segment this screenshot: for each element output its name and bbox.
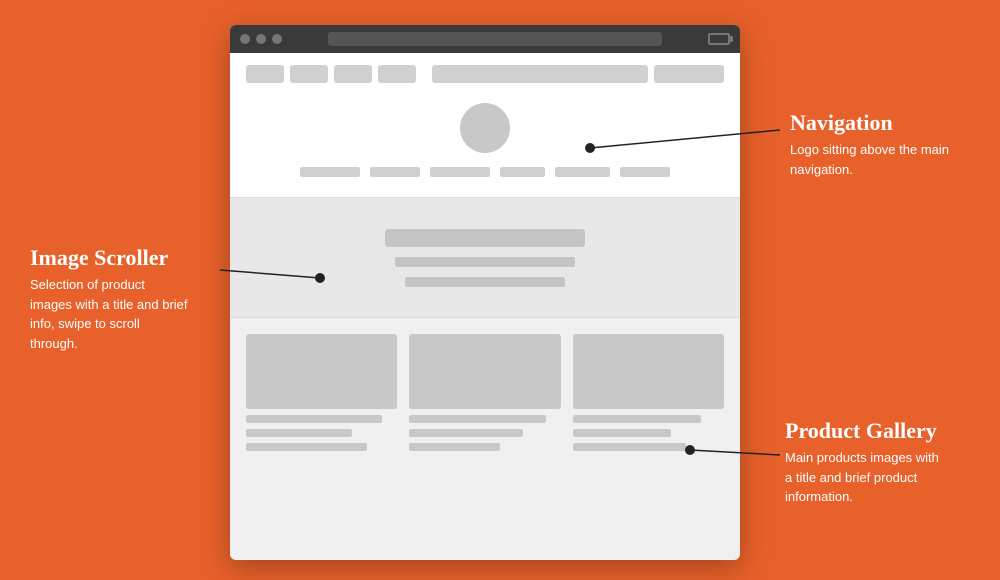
navigation-title: Navigation	[790, 110, 950, 136]
gallery-title: Product Gallery	[785, 418, 945, 444]
scroller-desc: Selection of product images with a title…	[30, 275, 190, 353]
browser-btn-3	[272, 34, 282, 44]
gallery-text-1b	[246, 429, 352, 437]
navigation-desc: Logo sitting above the main navigation.	[790, 140, 950, 179]
browser-btn-1	[240, 34, 250, 44]
gallery-text-2b	[409, 429, 522, 437]
gallery-text-3a	[573, 415, 702, 423]
gallery-image-3	[573, 334, 724, 409]
nav-logo-area	[246, 93, 724, 185]
nav-top-bar	[246, 65, 724, 83]
gallery-text-3c	[573, 443, 686, 451]
scroller-title-bar	[385, 229, 585, 247]
scroller-annotation: Image Scroller Selection of product imag…	[30, 245, 190, 353]
nav-menu-item-1	[300, 167, 360, 177]
gallery-image-1	[246, 334, 397, 409]
navigation-annotation: Navigation Logo sitting above the main n…	[790, 110, 950, 179]
gallery-text-1a	[246, 415, 382, 423]
scroller-text-line-2	[405, 277, 565, 287]
nav-tab-3	[334, 65, 372, 83]
nav-menu-item-6	[620, 167, 670, 177]
scroller-title: Image Scroller	[30, 245, 190, 271]
gallery-text-3b	[573, 429, 671, 437]
gallery-grid	[246, 334, 724, 451]
nav-menu-item-3	[430, 167, 490, 177]
browser-btn-2	[256, 34, 266, 44]
browser-window	[230, 25, 740, 560]
browser-chrome	[230, 25, 740, 53]
nav-logo-circle	[460, 103, 510, 153]
nav-tab-2	[290, 65, 328, 83]
nav-menu-item-2	[370, 167, 420, 177]
gallery-desc: Main products images with a title and br…	[785, 448, 945, 507]
gallery-image-2	[409, 334, 560, 409]
browser-battery-icon	[708, 33, 730, 45]
navigation-dot	[585, 143, 595, 153]
gallery-section	[230, 318, 740, 477]
gallery-text-2c	[409, 443, 500, 451]
nav-section	[230, 53, 740, 198]
gallery-annotation: Product Gallery Main products images wit…	[785, 418, 945, 507]
nav-tab-4	[378, 65, 416, 83]
nav-tab-1	[246, 65, 284, 83]
nav-action-btn	[654, 65, 724, 83]
gallery-text-1c	[246, 443, 367, 451]
nav-menu-item-5	[555, 167, 610, 177]
scroller-section	[230, 198, 740, 318]
gallery-text-2a	[409, 415, 545, 423]
scroller-text-line-1	[395, 257, 575, 267]
scroller-dot	[315, 273, 325, 283]
browser-addressbar	[328, 32, 662, 46]
nav-searchbar	[432, 65, 648, 83]
gallery-item-2	[409, 334, 560, 451]
nav-menu-bar	[246, 167, 724, 177]
gallery-dot	[685, 445, 695, 455]
nav-menu-item-4	[500, 167, 545, 177]
gallery-item-1	[246, 334, 397, 451]
gallery-item-3	[573, 334, 724, 451]
